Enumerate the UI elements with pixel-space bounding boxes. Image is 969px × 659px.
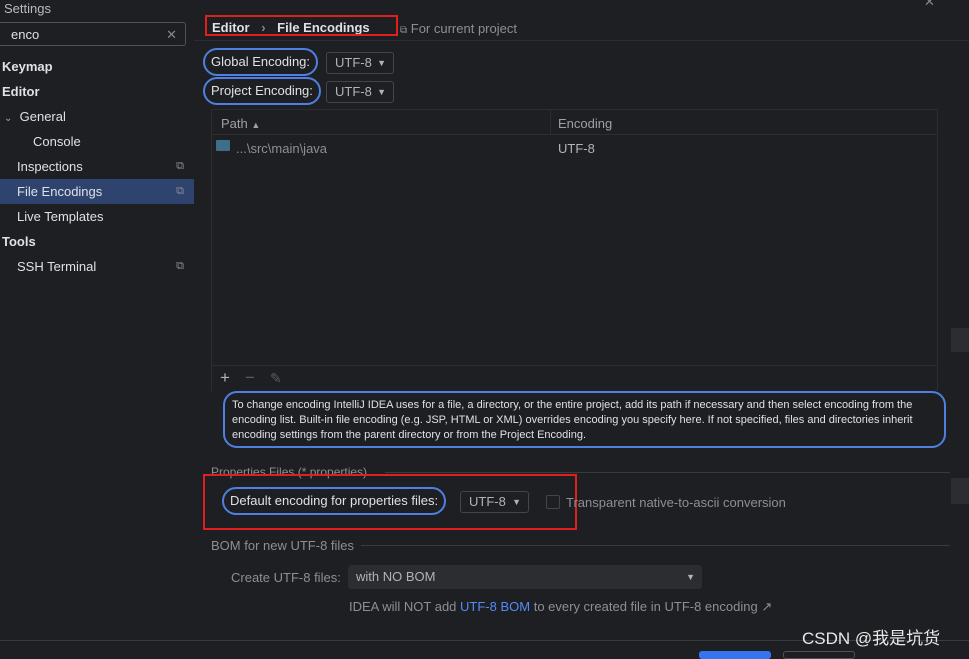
project-scope-icon: ⧉ [176,160,184,172]
transparent-conversion-label[interactable]: Transparent native-to-ascii conversion [566,495,786,510]
project-scope-icon: ⧉ [400,25,408,36]
sidebar-item-editor[interactable]: Editor [0,79,194,104]
row-path: ...\src\main\java [236,141,328,156]
clear-search-icon[interactable]: ✕ [166,27,177,43]
sidebar-item-inspections[interactable]: Inspections ⧉ [0,154,194,179]
sidebar-item-label: Console [33,134,81,149]
sidebar-item-label: Keymap [2,59,53,74]
transparent-conversion-checkbox[interactable] [546,495,560,509]
dropdown-arrow-icon: ▼ [377,58,386,68]
sidebar-item-label: Inspections [17,159,83,174]
sidebar-item-label: Tools [2,234,36,249]
settings-search-input[interactable]: enco ✕ [0,22,186,46]
sidebar-item-label: Live Templates [17,209,104,224]
dropdown-arrow-icon: ▼ [512,497,521,507]
sidebar-item-label: SSH Terminal [17,259,97,274]
sidebar-item-live-templates[interactable]: Live Templates [0,204,194,229]
create-utf8-dropdown[interactable]: with NO BOM ▼ [348,565,702,589]
utf8-bom-link[interactable]: UTF-8 BOM [460,599,530,614]
scope-note: ⧉ For current project [400,21,517,36]
sidebar-item-file-encodings[interactable]: File Encodings ⧉ [0,179,194,204]
background-window-edge [951,478,969,504]
sidebar-item-tools[interactable]: Tools [0,229,194,254]
ok-button[interactable] [699,651,771,659]
add-path-button[interactable]: + [220,368,230,388]
dropdown-value: UTF-8 [469,494,506,509]
row-encoding[interactable]: UTF-8 [558,141,595,156]
column-header-encoding[interactable]: Encoding [558,116,612,131]
sidebar-item-keymap[interactable]: Keymap [0,54,194,79]
default-properties-encoding-label: Default encoding for properties files: [222,487,447,515]
sidebar-item-label: General [19,109,66,124]
sidebar-item-label: Editor [2,84,40,99]
sidebar-item-label: File Encodings [17,184,103,199]
background-window-edge [951,328,969,352]
column-header-path[interactable]: Path ▲ [221,116,260,131]
watermark: CSDN @我是坑货 [802,629,941,648]
properties-encoding-dropdown[interactable]: UTF-8 ▼ [460,491,529,513]
global-encoding-dropdown[interactable]: UTF-8 ▼ [326,52,394,74]
search-value: enco [11,27,40,42]
scope-label: For current project [410,21,517,36]
window-title: Settings [4,1,51,16]
remove-path-button[interactable]: − [245,368,255,388]
create-utf8-label: Create UTF-8 files: [231,570,341,585]
project-scope-icon: ⧉ [176,185,184,197]
settings-sidebar: Settings enco ✕ Keymap Editor ⌄ General … [0,0,194,656]
table-row[interactable]: ...\src\main\java UTF-8 [212,136,937,160]
bom-note: IDEA will NOT add UTF-8 BOM to every cre… [349,599,773,614]
cancel-button[interactable] [783,651,855,659]
bom-section-title: BOM for new UTF-8 files [211,538,355,553]
sort-ascending-icon: ▲ [251,120,261,130]
project-scope-icon: ⧉ [176,260,184,272]
chevron-down-icon[interactable]: ⌄ [4,113,12,124]
dropdown-arrow-icon: ▼ [377,87,386,97]
sidebar-item-ssh-terminal[interactable]: SSH Terminal ⧉ [0,254,194,279]
dropdown-arrow-icon: ▼ [686,572,695,582]
global-encoding-label: Global Encoding: [203,48,319,76]
sidebar-item-general[interactable]: ⌄ General [0,104,194,129]
help-text: To change encoding IntelliJ IDEA uses fo… [223,391,946,448]
project-encoding-dropdown[interactable]: UTF-8 ▼ [326,81,394,103]
edit-path-button[interactable]: ✎ [270,370,282,387]
dropdown-value: UTF-8 [335,55,372,70]
dropdown-value: with NO BOM [356,569,436,584]
dropdown-value: UTF-8 [335,84,372,99]
sidebar-item-console[interactable]: Console [0,129,194,154]
path-encoding-table: Path ▲ Encoding ...\src\main\java UTF-8 … [211,109,938,391]
project-encoding-label: Project Encoding: [203,77,321,105]
annotation-box [205,15,398,36]
close-window-icon[interactable]: ✕ [924,0,935,10]
folder-icon [216,140,230,151]
